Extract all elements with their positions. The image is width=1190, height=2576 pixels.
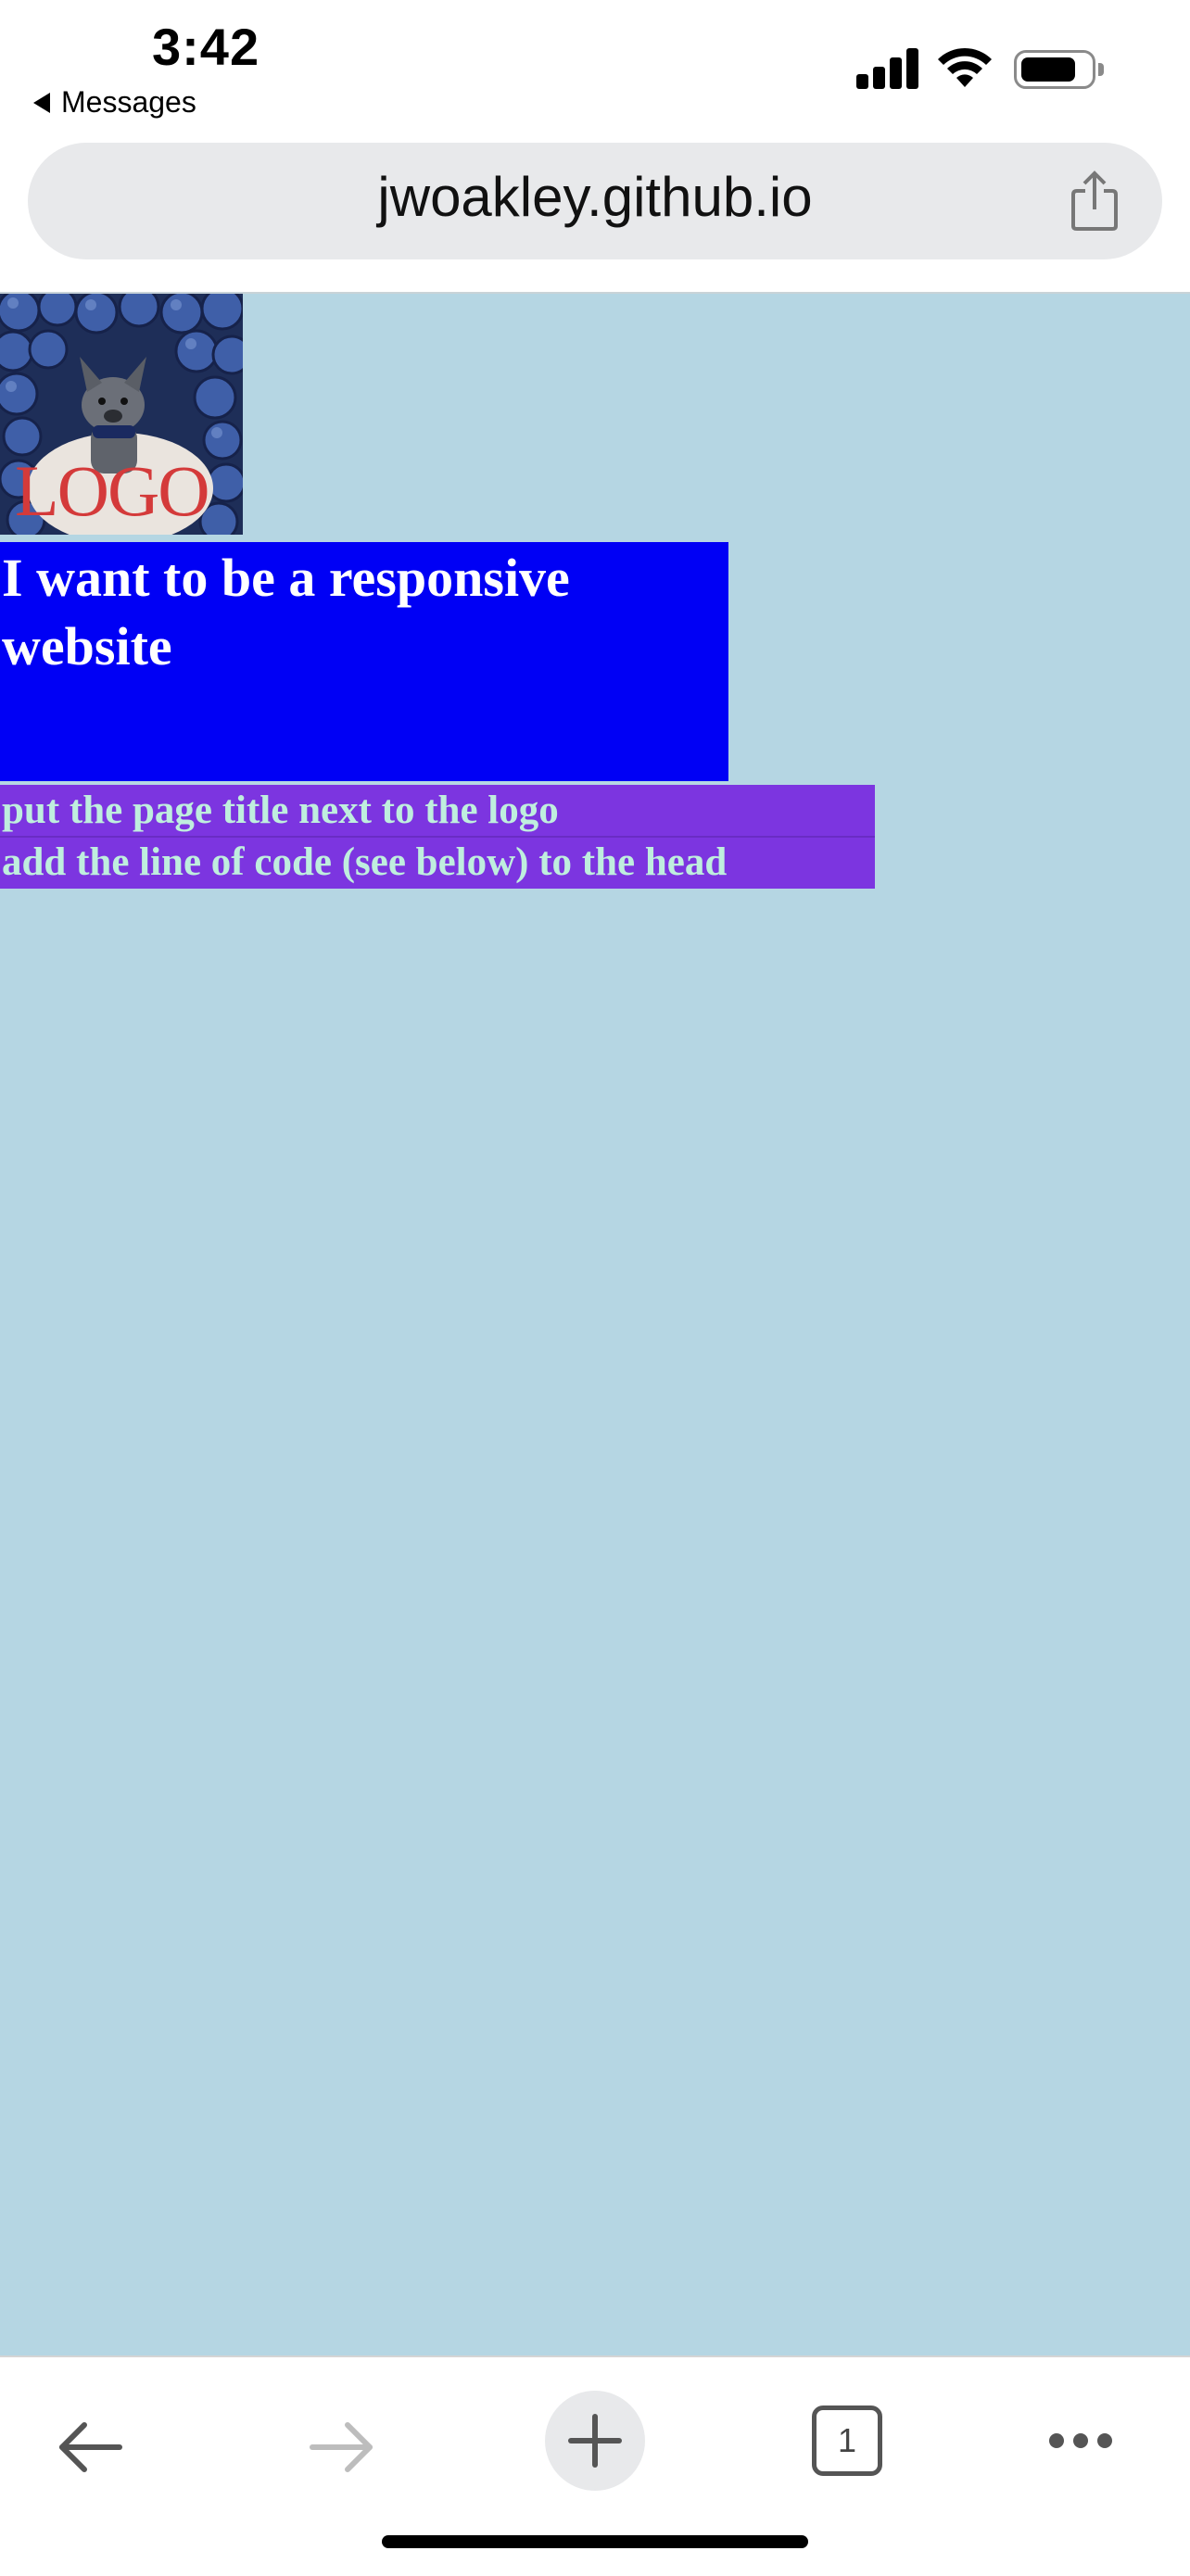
url-text[interactable]: jwoakley.github.io bbox=[28, 165, 1162, 229]
back-arrow-icon bbox=[59, 2422, 122, 2472]
share-icon[interactable] bbox=[1070, 170, 1120, 232]
page-title-box: I want to be a responsive website bbox=[0, 542, 728, 781]
back-to-messages-link[interactable]: Messages bbox=[33, 85, 196, 120]
back-label: Messages bbox=[61, 85, 196, 119]
page-title: I want to be a responsive website bbox=[2, 548, 570, 676]
more-icon bbox=[1049, 2433, 1112, 2448]
task-item: put the page title next to the logo bbox=[2, 789, 559, 832]
plus-icon bbox=[568, 2414, 622, 2468]
forward-arrow-icon bbox=[310, 2422, 373, 2472]
battery-icon bbox=[1014, 50, 1104, 89]
signal-icon bbox=[856, 44, 919, 89]
back-button[interactable] bbox=[48, 2406, 132, 2489]
address-bar[interactable]: jwoakley.github.io bbox=[28, 143, 1162, 259]
logo-text: LOGO bbox=[15, 450, 210, 531]
status-bar: 3:42 Messages bbox=[0, 0, 1190, 130]
web-page: LOGO I want to be a responsive website p… bbox=[0, 294, 1190, 2355]
logo-image[interactable]: LOGO bbox=[0, 294, 243, 535]
tabs-button[interactable]: 1 bbox=[812, 2406, 882, 2476]
home-indicator[interactable] bbox=[382, 2535, 808, 2548]
clock: 3:42 bbox=[152, 18, 260, 76]
task-list: put the page title next to the logo add … bbox=[0, 785, 875, 889]
task-item: add the line of code (see below) to the … bbox=[2, 840, 728, 884]
forward-button[interactable] bbox=[300, 2406, 384, 2489]
tab-count: 1 bbox=[837, 2421, 857, 2459]
more-button[interactable] bbox=[1044, 2413, 1118, 2469]
wifi-icon bbox=[938, 47, 992, 87]
new-tab-button[interactable] bbox=[545, 2391, 645, 2491]
back-triangle-icon bbox=[33, 92, 50, 113]
